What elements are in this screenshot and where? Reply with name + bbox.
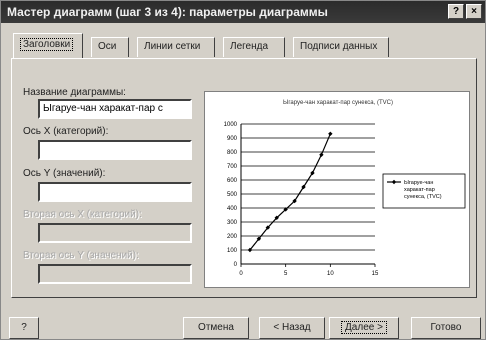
x-axis-label: Ось X (категорий):	[23, 126, 109, 137]
tab-legend-label: Легенда	[230, 41, 269, 52]
y-tick-label: 1000	[224, 122, 238, 128]
y-axis-label: Ось Y (значений):	[23, 168, 106, 179]
y2-axis-input	[38, 264, 192, 284]
help-title-button[interactable]: ?	[448, 4, 464, 19]
x-tick-label: 0	[239, 271, 243, 277]
y-tick-label: 400	[227, 206, 238, 212]
next-button-label: Далее >	[341, 321, 387, 334]
finish-button[interactable]: Готово	[411, 317, 481, 339]
legend-entry-text: Ыгаруе-чан	[404, 180, 433, 186]
x2-axis-input	[38, 223, 192, 243]
tab-data-labels[interactable]: Подписи данных	[293, 37, 389, 57]
legend-entry-text: сунекса, (TVC)	[404, 194, 442, 200]
legend-entry-text: харакат-пар	[404, 187, 435, 193]
chart-title-label: Название диаграммы:	[23, 87, 126, 98]
x-tick-label: 15	[372, 271, 379, 277]
x-tick-label: 5	[284, 271, 288, 277]
tab-titles[interactable]: Заголовки	[13, 33, 83, 58]
y-tick-label: 500	[227, 192, 238, 198]
y-tick-label: 0	[234, 262, 238, 268]
help-button-label: ?	[21, 322, 27, 333]
next-button[interactable]: Далее >	[329, 317, 399, 339]
tab-gridlines[interactable]: Линии сетки	[137, 37, 215, 57]
cancel-button-label: Отмена	[198, 322, 234, 333]
tab-gridlines-label: Линии сетки	[144, 41, 201, 52]
chart-wizard-dialog: Мастер диаграмм (шаг 3 из 4): параметры …	[0, 0, 486, 340]
help-button[interactable]: ?	[9, 317, 39, 339]
data-point	[319, 152, 324, 157]
data-point	[328, 131, 333, 136]
y-tick-label: 200	[227, 234, 238, 240]
finish-button-label: Готово	[430, 322, 462, 333]
chart-preview: Ыгаруе-чан харакат-пар сунекса, (TVC) 0 1…	[204, 91, 470, 288]
dialog-title: Мастер диаграмм (шаг 3 из 4): параметры …	[7, 5, 328, 19]
back-button[interactable]: < Назад	[259, 317, 325, 339]
y-tick-label: 700	[227, 164, 238, 170]
close-button[interactable]: ×	[466, 4, 482, 19]
tab-titles-label: Заголовки	[20, 38, 74, 51]
y-axis-input[interactable]	[38, 182, 192, 202]
chart-plot: 0 100 200 300 400 500 600 700 800 900 1000 0 5 10 15 Ыг…	[224, 122, 466, 277]
y-tick-label: 900	[227, 136, 238, 142]
cancel-button[interactable]: Отмена	[183, 317, 249, 339]
tab-axes[interactable]: Оси	[91, 37, 129, 57]
back-button-label: < Назад	[273, 322, 311, 333]
tab-data-labels-label: Подписи данных	[300, 41, 378, 52]
y-tick-label: 100	[227, 248, 238, 254]
tab-axes-label: Оси	[98, 41, 117, 52]
x-tick-label: 10	[327, 271, 334, 277]
chart-title-input[interactable]: Ыгаруе-чан харакат-пар с	[38, 99, 192, 119]
x2-axis-label: Вторая ось X (категорий):	[23, 209, 142, 220]
x-axis-input[interactable]	[38, 140, 192, 160]
tab-legend[interactable]: Легенда	[223, 37, 285, 57]
title-bar: Мастер диаграмм (шаг 3 из 4): параметры …	[1, 1, 485, 23]
y-tick-label: 600	[227, 178, 238, 184]
y-tick-label: 800	[227, 150, 238, 156]
series-line	[249, 133, 331, 251]
y-tick-label: 300	[227, 220, 238, 226]
y2-axis-label: Вторая ось Y (значений):	[23, 250, 139, 261]
